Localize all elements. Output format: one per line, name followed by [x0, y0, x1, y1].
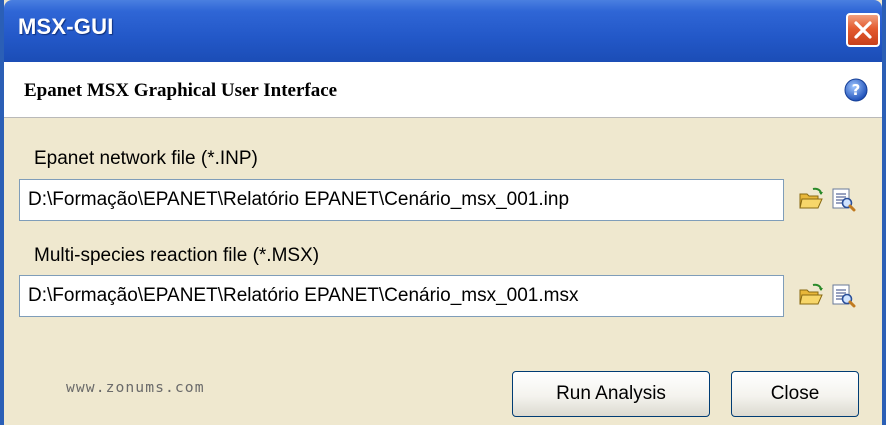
view-file-icon[interactable]	[830, 282, 856, 308]
inp-file-field[interactable]: D:\Formação\EPANET\Relatório EPANET\Cená…	[19, 179, 784, 221]
close-button[interactable]: Close	[731, 371, 859, 417]
title-bar[interactable]: MSX-GUI	[4, 0, 882, 62]
msx-gui-window: MSX-GUI Epanet MSX Graphical User Interf…	[0, 0, 886, 425]
close-icon	[854, 21, 872, 39]
view-file-icon[interactable]	[830, 186, 856, 212]
open-folder-icon[interactable]	[798, 282, 824, 308]
open-folder-icon[interactable]	[798, 186, 824, 212]
help-icon[interactable]: ?	[844, 78, 868, 102]
inp-file-label: Epanet network file (*.INP)	[34, 148, 258, 169]
close-window-button[interactable]	[846, 13, 880, 47]
svg-text:?: ?	[852, 81, 861, 99]
watermark-text: www.zonums.com	[66, 380, 205, 396]
msx-file-field[interactable]: D:\Formação\EPANET\Relatório EPANET\Cená…	[19, 275, 784, 317]
dialog-heading: Epanet MSX Graphical User Interface	[24, 80, 338, 101]
header-band: Epanet MSX Graphical User Interface ?	[4, 62, 882, 118]
msx-file-label: Multi-species reaction file (*.MSX)	[34, 245, 320, 266]
window-title: MSX-GUI	[18, 14, 114, 39]
run-analysis-button[interactable]: Run Analysis	[512, 371, 710, 417]
